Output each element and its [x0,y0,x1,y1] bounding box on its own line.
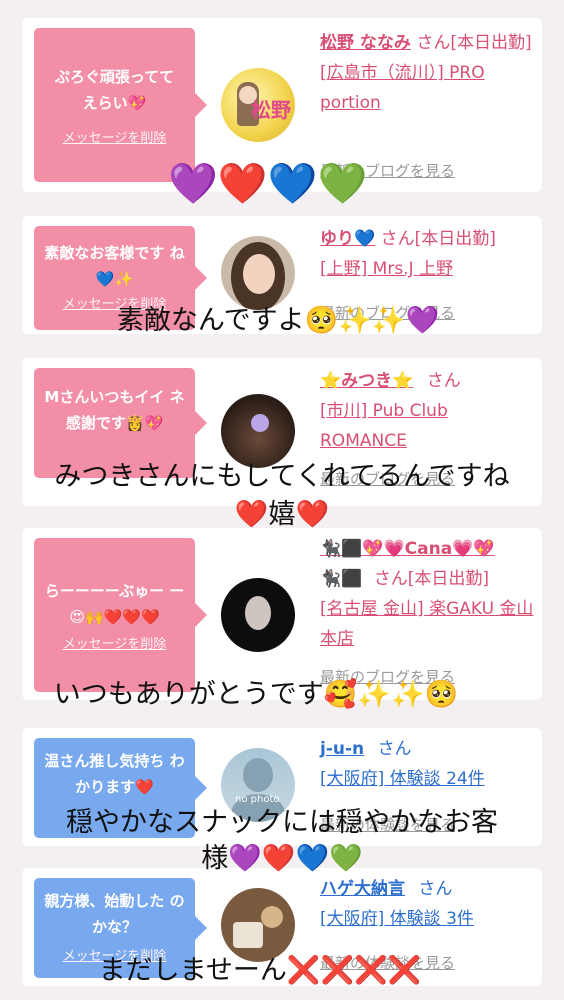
profile-name-link[interactable]: ゆり💙 [320,229,375,249]
honorific-status: さん [426,371,461,391]
purple-heart-icon: 💜 [168,161,218,207]
honorific-status: さん [377,739,412,759]
profile-name-link[interactable]: ハゲ大納言 [320,879,405,899]
message-text: 親方様、始動した のかな？ [44,892,185,936]
profile-info: 松野 ななみ さん[本日出勤] [広島市（流川）] PRO portion [320,28,536,118]
shop-link[interactable]: [広島市（流川）] PRO portion [320,63,485,113]
overlay-caption-5: まだしませーん❌❌❌❌ [98,955,422,986]
blue-heart-icon: 💙 [267,161,318,207]
profile-name-link[interactable]: ⭐みつき⭐ [320,371,413,391]
profile-info: j-u-n さん [大阪府] 体験談 24件 [320,734,536,794]
shop-link[interactable]: [大阪府] 体験談 3件 [320,909,474,929]
honorific-status: さん[本日出勤] [380,229,496,249]
no-photo-label: no photo [235,794,280,805]
profile-name-link[interactable]: 🐈‍⬛⬛💖💗Cana💗💖 [320,539,495,559]
message-card-4: らーーーーぶゅー ー😍🙌❤️❤️❤️ メッセージを削除 🐈‍⬛⬛💖💗Cana💗💖… [22,528,542,700]
avatar[interactable] [221,578,295,652]
honorific-status: さん [418,879,453,899]
profile-name-link[interactable]: j-u-n [320,739,364,759]
message-text: 素敵なお客様です ね💙✨ [44,244,185,288]
avatar[interactable] [221,394,295,468]
profile-info: ⭐みつき⭐ さん [市川] Pub Club ROMANCE [320,366,536,456]
message-text: らーーーーぶゅー ー😍🙌❤️❤️❤️ [44,582,185,626]
shop-link[interactable]: [名古屋 金山] 楽GAKU 金山本店 [320,599,533,649]
message-text: 温さん推し気持ち わかります❤️ [44,752,185,796]
shop-link[interactable]: [市川] Pub Club ROMANCE [320,401,448,451]
overlay-caption-4: 穏やかなスナックには穏やかなお客 [66,807,498,838]
overlay-caption-1: 素敵なんですよ🥺✨✨💜 [116,305,440,336]
message-text: ぷろぐ頑張ってて えらい💖 [54,68,175,112]
hearts-overlay: 💜❤️💙💚 [168,162,367,206]
profile-name-link[interactable]: 松野 ななみ [320,33,411,53]
message-bubble: らーーーーぶゅー ー😍🙌❤️❤️❤️ メッセージを削除 [34,538,207,692]
avatar[interactable] [221,888,295,962]
delete-message-link[interactable]: メッセージを削除 [40,130,189,148]
honorific-status: さん[本日出勤] [373,569,490,589]
profile-info: ゆり💙 さん[本日出勤] [上野] Mrs.J 上野 [320,224,536,284]
profile-info: 🐈‍⬛⬛💖💗Cana💗💖 🐈‍⬛⬛ さん[本日出勤] [名古屋 金山] 楽GAK… [320,534,536,654]
avatar[interactable] [221,236,295,310]
profile-name-line2: 🐈‍⬛⬛ [320,569,363,589]
profile-info: ハゲ大納言 さん [大阪府] 体験談 3件 [320,874,536,934]
overlay-caption-2: みつきさんにもしてくれてるんですね [54,461,510,492]
overlay-caption-4b: 様💜❤️💙💚 [201,843,363,874]
avatar[interactable]: 松野 [221,68,295,142]
message-bubble: ぷろぐ頑張ってて えらい💖 メッセージを削除 [34,28,207,182]
shop-link[interactable]: [上野] Mrs.J 上野 [320,259,453,279]
green-heart-icon: 💚 [317,161,368,207]
shop-link[interactable]: [大阪府] 体験談 24件 [320,769,485,789]
red-heart-icon: ❤️ [217,161,268,207]
overlay-caption-2b: ❤️嬉❤️ [234,499,330,530]
overlay-caption-3: いつもありがとうです🥰✨✨🥺 [53,679,459,710]
honorific-status: さん[本日出勤] [416,33,532,53]
avatar-label: 松野 [251,98,291,122]
message-text: Mさんいつもイイ ネ感謝です👸💖 [44,388,185,432]
delete-message-link[interactable]: メッセージを削除 [40,636,189,654]
